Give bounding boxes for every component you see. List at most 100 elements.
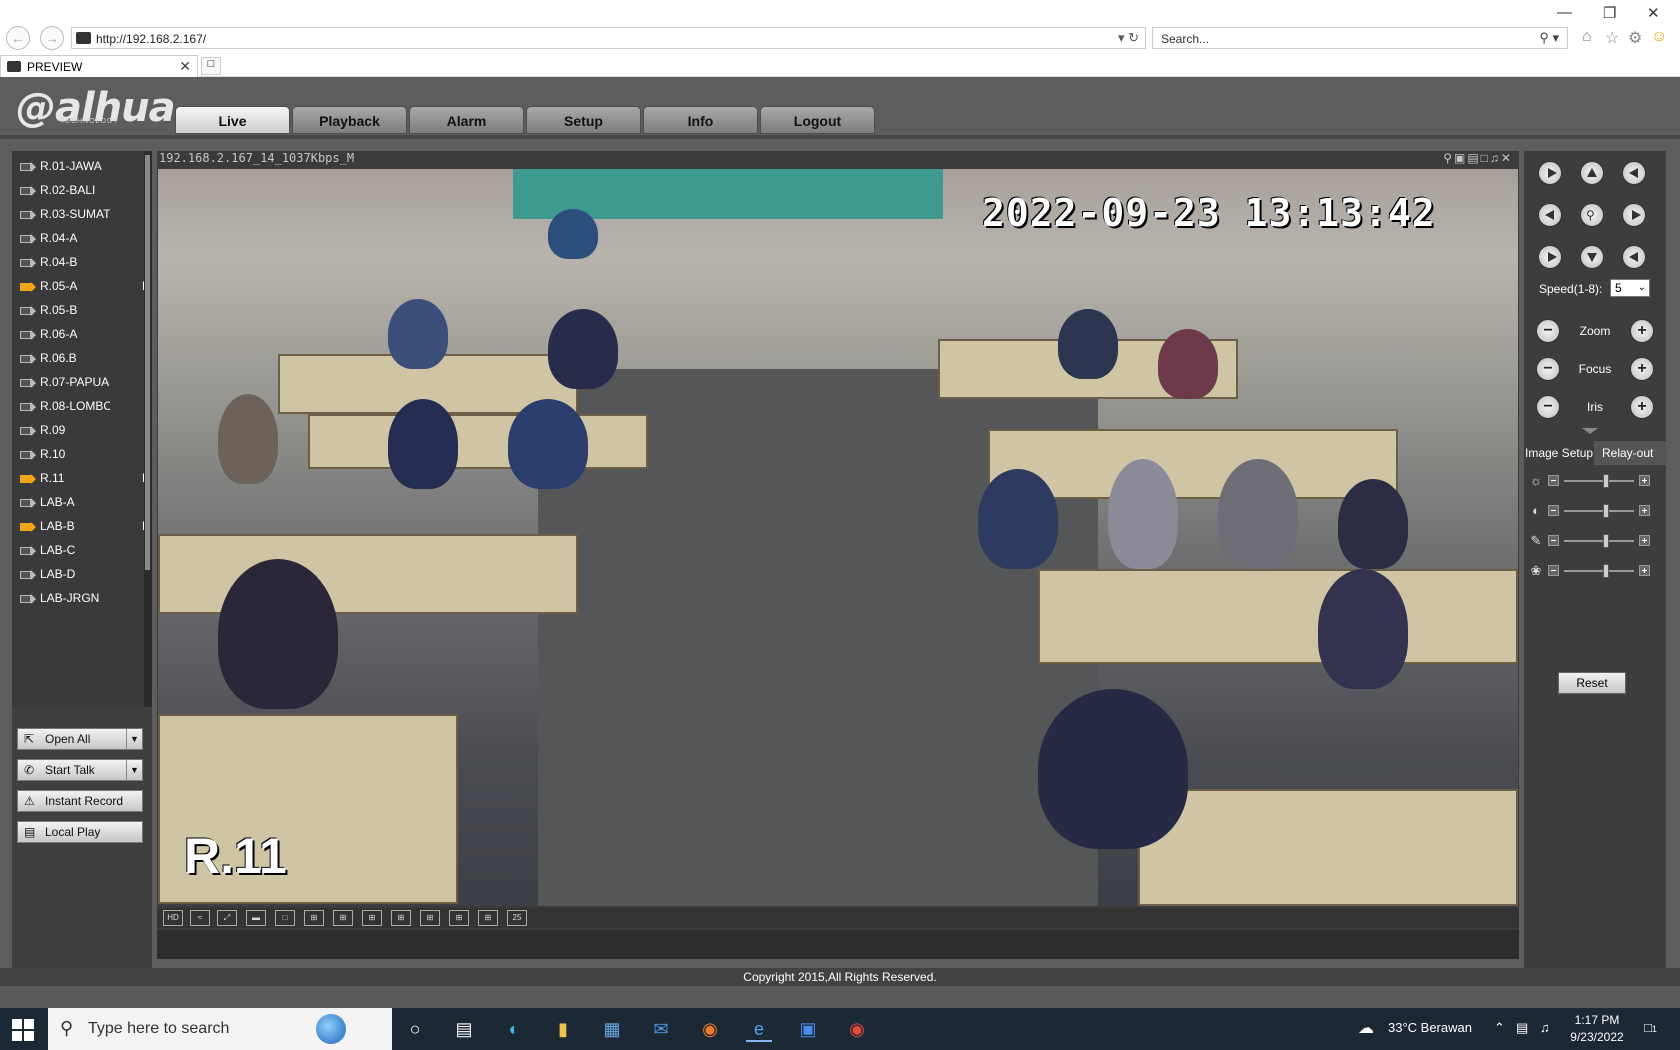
ptz-down-right-icon[interactable] <box>1622 245 1646 269</box>
favorites-star-icon[interactable]: ☆ <box>1605 28 1619 48</box>
slider-track[interactable] <box>1564 540 1634 542</box>
contrast-slider[interactable]: ◐ <box>1528 503 1662 519</box>
new-tab-button[interactable]: □ <box>201 57 221 75</box>
contrast-decrease-icon[interactable] <box>1548 505 1559 516</box>
camera-item-r06b[interactable]: R.06.B <box>20 347 150 369</box>
camera-item-r09[interactable]: R.09 <box>20 419 150 441</box>
close-tab-icon[interactable]: ✕ <box>179 58 191 75</box>
ptz-up-left-icon[interactable] <box>1538 161 1562 185</box>
camera-item-r05a[interactable]: R.05-AM <box>20 275 152 297</box>
layout-16-icon[interactable]: ⊞ <box>449 910 469 926</box>
search-icon[interactable]: ⚲ ▾ <box>1539 30 1559 46</box>
camera-item-lab-a[interactable]: LAB-A <box>20 491 150 513</box>
zoom-app-icon[interactable]: ▣ <box>795 1016 821 1042</box>
iris-minus-icon[interactable]: − <box>1536 395 1560 419</box>
start-talk-dropdown-icon[interactable]: ▼ <box>126 760 142 780</box>
back-button[interactable]: ← <box>6 26 30 50</box>
task-view-icon[interactable]: ▤ <box>451 1016 477 1042</box>
camera-item-lab-b[interactable]: LAB-BM <box>20 515 152 537</box>
instant-record-button[interactable]: ⚠ Instant Record <box>17 790 143 812</box>
layout-13-icon[interactable]: ⊞ <box>420 910 440 926</box>
tab-relay-out[interactable]: Relay-out <box>1598 441 1666 465</box>
notification-icon[interactable]: □1 <box>1644 1020 1657 1035</box>
weather-cloud-icon[interactable]: ☁ <box>1358 1018 1374 1038</box>
tab-logout[interactable]: Logout <box>760 106 875 134</box>
chrome-icon[interactable]: ◉ <box>844 1016 870 1042</box>
slider-knob[interactable] <box>1603 534 1609 548</box>
tab-live[interactable]: Live <box>175 106 290 134</box>
camera-item-r03[interactable]: R.03-SUMAT <box>20 203 150 225</box>
ptz-speed-select[interactable]: 5 ⌄ <box>1610 279 1650 297</box>
scrollbar-thumb[interactable] <box>145 155 150 570</box>
restore-icon[interactable]: ❐ <box>1603 4 1616 22</box>
reset-button[interactable]: Reset <box>1558 672 1626 694</box>
store-icon[interactable]: ▦ <box>599 1016 625 1042</box>
zoom-in-icon[interactable]: + <box>1630 319 1654 343</box>
smiley-feedback-icon[interactable]: ☺ <box>1651 28 1667 46</box>
camera-item-r04b[interactable]: R.04-B <box>20 251 150 273</box>
start-talk-button[interactable]: ✆ Start Talk ▼ <box>17 759 143 781</box>
minimize-icon[interactable]: — <box>1557 4 1572 21</box>
collapse-arrow-icon[interactable] <box>1582 428 1598 434</box>
fluency-icon[interactable]: ≈ <box>190 910 210 926</box>
slider-knob[interactable] <box>1603 564 1609 578</box>
saturation-increase-icon[interactable] <box>1639 535 1650 546</box>
hue-slider[interactable]: ❀ <box>1528 563 1662 579</box>
layout-4-icon[interactable]: ⊞ <box>304 910 324 926</box>
camera-item-lab-c[interactable]: LAB-C <box>20 539 150 561</box>
brightness-slider[interactable]: ☼ <box>1528 473 1662 489</box>
settings-gear-icon[interactable]: ⚙ <box>1628 28 1642 48</box>
hue-increase-icon[interactable] <box>1639 565 1650 576</box>
taskbar-clock[interactable]: 1:17 PM 9/23/2022 <box>1562 1012 1632 1046</box>
edge-icon[interactable]: ◐ <box>501 1016 527 1042</box>
open-all-button[interactable]: ⇱ Open All ▼ <box>17 728 143 750</box>
focus-plus-icon[interactable]: + <box>1630 357 1654 381</box>
windows-start-icon[interactable] <box>12 1019 34 1041</box>
iris-plus-icon[interactable]: + <box>1630 395 1654 419</box>
ptz-up-icon[interactable] <box>1580 161 1604 185</box>
address-url[interactable]: http://192.168.2.167/ <box>96 32 206 46</box>
tab-info[interactable]: Info <box>643 106 758 134</box>
camera-item-r10[interactable]: R.10 <box>20 443 150 465</box>
ptz-left-icon[interactable] <box>1538 203 1562 227</box>
layout-6-icon[interactable]: ⊞ <box>333 910 353 926</box>
ptz-down-left-icon[interactable] <box>1538 245 1562 269</box>
hue-decrease-icon[interactable] <box>1548 565 1559 576</box>
browser-tab-preview[interactable]: PREVIEW ✕ <box>0 55 198 77</box>
layout-8-icon[interactable]: ⊞ <box>362 910 382 926</box>
weather-text[interactable]: 33°C Berawan <box>1388 1020 1472 1035</box>
contrast-increase-icon[interactable] <box>1639 505 1650 516</box>
layout-9-icon[interactable]: ⊞ <box>391 910 411 926</box>
hd-quality-icon[interactable]: HD <box>163 910 183 926</box>
close-window-icon[interactable]: ✕ <box>1647 4 1660 22</box>
camera-item-lab-jrgn[interactable]: LAB-JRGN <box>20 587 150 609</box>
camera-list-scrollbar[interactable] <box>144 151 152 707</box>
ptz-right-icon[interactable] <box>1622 203 1646 227</box>
internet-explorer-icon[interactable]: e <box>746 1016 772 1042</box>
forward-button[interactable]: → <box>40 26 64 50</box>
address-bar[interactable]: http://192.168.2.167/ ▾ ↻ <box>71 27 1146 49</box>
fullscreen-icon[interactable]: ⤢ <box>217 910 237 926</box>
slider-knob[interactable] <box>1603 474 1609 488</box>
tab-playback[interactable]: Playback <box>292 106 407 134</box>
brightness-increase-icon[interactable] <box>1639 475 1650 486</box>
tab-image-setup[interactable]: Image Setup <box>1524 441 1594 465</box>
saturation-decrease-icon[interactable] <box>1548 535 1559 546</box>
tray-chevron-up-icon[interactable]: ⌃ <box>1494 1020 1505 1036</box>
home-icon[interactable]: ⌂ <box>1582 28 1592 46</box>
zoom-out-icon[interactable]: − <box>1536 319 1560 343</box>
open-all-dropdown-icon[interactable]: ▼ <box>126 729 142 749</box>
camera-item-r06a[interactable]: R.06-A <box>20 323 150 345</box>
camera-item-r08[interactable]: R.08-LOMBO <box>20 395 150 417</box>
stretch-icon[interactable]: ▬ <box>246 910 266 926</box>
slider-track[interactable] <box>1564 480 1634 482</box>
camera-item-r01[interactable]: R.01-JAWA <box>20 155 150 177</box>
camera-item-r11[interactable]: R.11M <box>20 467 152 489</box>
ptz-up-right-icon[interactable] <box>1622 161 1646 185</box>
brightness-decrease-icon[interactable] <box>1548 475 1559 486</box>
saturation-slider[interactable]: ✎ <box>1528 533 1662 549</box>
camera-item-lab-d[interactable]: LAB-D <box>20 563 150 585</box>
ptz-down-icon[interactable] <box>1580 245 1604 269</box>
tab-alarm[interactable]: Alarm <box>409 106 524 134</box>
browser-search-field[interactable]: Search... ⚲ ▾ <box>1152 27 1568 49</box>
